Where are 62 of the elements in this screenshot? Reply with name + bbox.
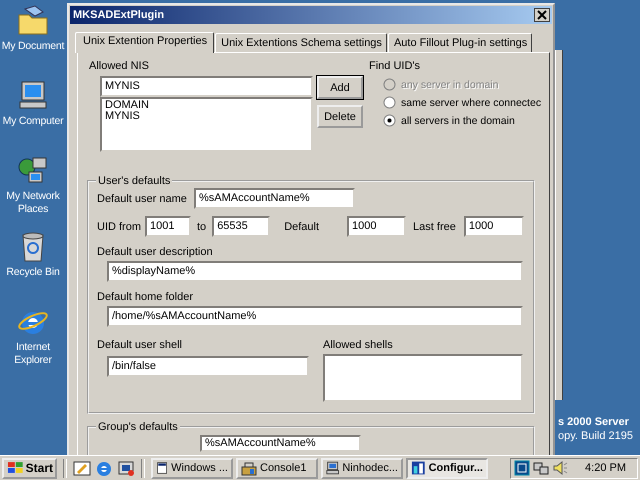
taskbar-button[interactable]: Windows ... — [151, 458, 233, 478]
toolbox-icon — [241, 460, 257, 476]
group-title: Group's defaults — [96, 420, 180, 434]
radio-label[interactable]: same server where connectec — [401, 96, 542, 108]
desktop-icon-label[interactable]: Internet Explorer — [0, 341, 66, 367]
e-logo-icon[interactable] — [95, 459, 113, 477]
folder-icon[interactable] — [17, 5, 49, 37]
version-text: s 2000 Server — [558, 415, 630, 429]
config-tools-icon — [411, 460, 426, 476]
delete-button[interactable]: Delete — [317, 105, 363, 128]
add-button[interactable]: Add — [317, 76, 363, 99]
field-label: Allowed shells — [323, 338, 394, 352]
group-label: Find UID's — [369, 59, 421, 73]
network-computers-icon[interactable] — [533, 460, 549, 476]
last-free-field[interactable]: 1000 — [464, 216, 524, 237]
radio-button[interactable] — [383, 114, 396, 127]
field-label: Default — [284, 220, 320, 234]
console-window-icon[interactable] — [117, 459, 135, 477]
field-label: Default user name — [97, 192, 188, 206]
tab[interactable]: Unix Extentions Schema settings — [215, 33, 387, 52]
field-label: Default home folder — [97, 290, 194, 304]
radio-button[interactable] — [383, 96, 396, 109]
list-item[interactable]: MYNIS — [105, 111, 308, 122]
field-label: Default user description — [97, 245, 214, 259]
clock[interactable]: 4:20 PM — [585, 462, 626, 474]
radio-label[interactable]: all servers in the domain — [401, 114, 515, 126]
nis-name-field[interactable]: MYNIS — [100, 76, 313, 97]
tab[interactable]: Unix Extention Properties — [75, 32, 214, 53]
desktop-icon[interactable] — [73, 459, 91, 477]
version-text: opy. Build 2195 — [558, 429, 634, 443]
close-icon[interactable] — [534, 8, 550, 22]
field-label: Last free — [413, 220, 456, 234]
group-name-field[interactable]: %sAMAccountName% — [200, 435, 361, 452]
tab[interactable]: Auto Fillout Plug-in settings — [388, 33, 532, 52]
field-label: to — [197, 220, 206, 234]
allowed-shells-list[interactable] — [323, 354, 523, 402]
desktop-icon-label[interactable]: My Computer — [0, 115, 66, 128]
network-globe-icon[interactable] — [514, 460, 530, 476]
desktop-icon-label[interactable]: My Document — [0, 40, 66, 53]
windows-flag-icon — [6, 461, 24, 475]
field-label: Default user shell — [97, 338, 183, 352]
computer-icon — [326, 460, 340, 476]
description-field[interactable]: %displayName% — [107, 261, 523, 282]
window-title: MKSADExtPlugin — [73, 9, 164, 21]
window-icon — [156, 460, 168, 476]
desktop-icon-label[interactable]: My Network Places — [0, 190, 66, 216]
nis-list[interactable]: DOMAIN MYNIS — [100, 97, 313, 152]
uid-from-field[interactable]: 1001 — [145, 216, 191, 237]
taskbar-button[interactable]: Console1 — [236, 458, 318, 478]
taskbar-button[interactable]: Configur... — [406, 458, 488, 478]
home-folder-field[interactable]: /home/%sAMAccountName% — [107, 306, 523, 327]
list-item[interactable]: DOMAIN — [105, 100, 308, 111]
speaker-icon[interactable] — [552, 460, 568, 476]
taskbar-button[interactable]: Ninhodec... — [321, 458, 403, 478]
uid-to-field[interactable]: 65535 — [212, 216, 270, 237]
shell-field[interactable]: /bin/false — [107, 356, 309, 377]
field-label: UID from — [97, 220, 141, 234]
default-uid-field[interactable]: 1000 — [347, 216, 406, 237]
user-name-field[interactable]: %sAMAccountName% — [194, 188, 355, 209]
start-button[interactable]: Start — [2, 458, 57, 478]
desktop-icon-label[interactable]: Recycle Bin — [0, 266, 66, 279]
field-label: Allowed NIS — [89, 59, 150, 73]
